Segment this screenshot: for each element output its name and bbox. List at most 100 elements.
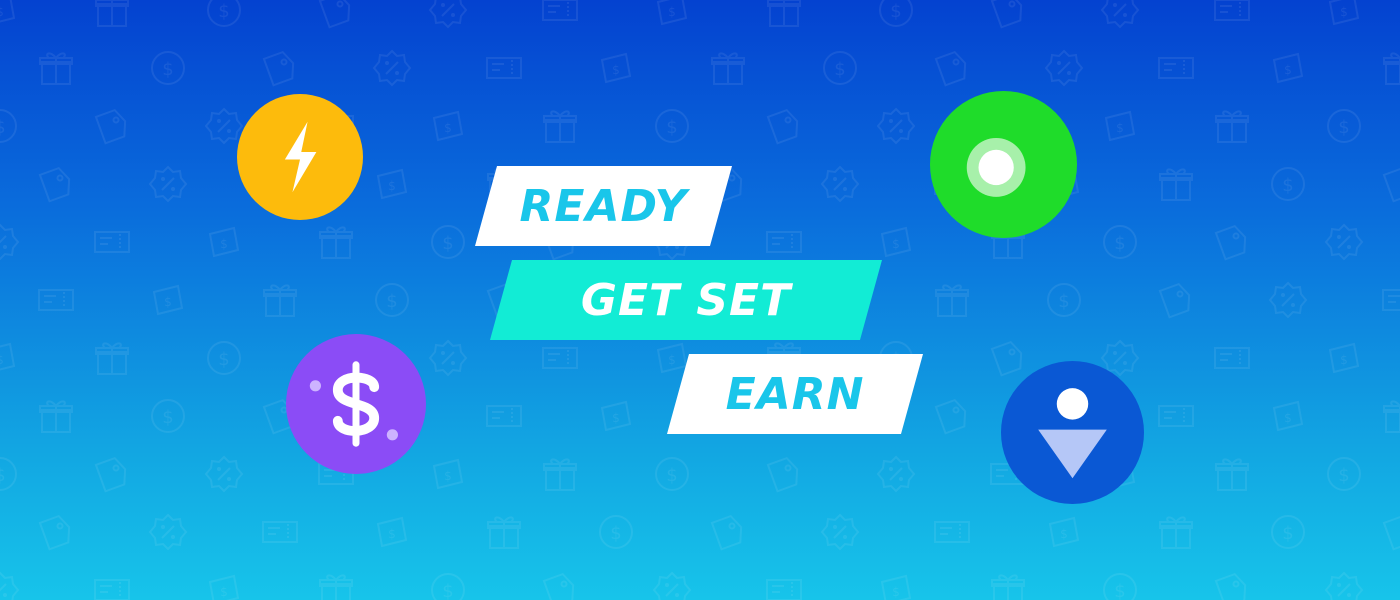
ticket-icon — [1158, 57, 1194, 79]
coupon-icon — [1329, 0, 1359, 25]
dollar-circle — [286, 334, 426, 474]
gift-icon — [39, 400, 73, 433]
badge-percent-icon — [373, 50, 411, 86]
price-tag-icon — [1158, 281, 1195, 319]
badge-percent-icon — [0, 572, 19, 600]
price-tag-icon — [318, 0, 355, 29]
price-tag-icon — [1382, 165, 1400, 203]
gift-icon — [95, 0, 129, 27]
price-tag-icon — [990, 0, 1027, 29]
gift-icon — [1215, 110, 1249, 143]
bolt-circle — [237, 94, 363, 220]
price-tag-icon — [262, 49, 299, 87]
badge-percent-icon — [877, 108, 915, 144]
price-tag-icon — [94, 455, 131, 493]
coin-icon — [1103, 225, 1137, 259]
gift-icon — [319, 226, 353, 259]
badge-percent-icon — [1045, 50, 1083, 86]
coupon-icon — [1049, 517, 1079, 547]
ticket-icon — [1382, 289, 1400, 311]
promo-banner: $ $ — [0, 0, 1400, 600]
gift-icon — [991, 574, 1025, 600]
coupon-icon — [657, 0, 687, 25]
lightning-bolt-icon — [284, 121, 317, 193]
ticket-icon — [262, 521, 298, 543]
price-tag-icon — [38, 513, 75, 551]
ticket-icon — [38, 289, 74, 311]
gift-icon — [1159, 516, 1193, 549]
get-set-label: GET SET — [580, 274, 792, 326]
coupon-icon — [881, 227, 911, 257]
earn-tag: EARN — [667, 354, 923, 434]
price-tag-icon — [94, 107, 131, 145]
gift-icon — [1159, 168, 1193, 201]
person-icon — [1038, 388, 1107, 479]
ticket-icon — [934, 521, 970, 543]
coupon-icon — [1273, 401, 1303, 431]
badge-percent-icon — [149, 514, 187, 550]
coin-icon — [1271, 515, 1305, 549]
coin-icon — [655, 109, 689, 143]
coupon-icon — [601, 401, 631, 431]
coin-icon — [1271, 167, 1305, 201]
price-tag-icon — [710, 513, 747, 551]
coin-icon — [1103, 573, 1137, 600]
badge-percent-icon — [1325, 572, 1363, 600]
ticket-icon — [1214, 0, 1250, 21]
coupon-icon — [601, 53, 631, 83]
get-set-tag: GET SET — [490, 260, 882, 340]
badge-percent-icon — [149, 166, 187, 202]
gift-icon — [263, 284, 297, 317]
coupon-icon — [209, 575, 239, 600]
badge-percent-icon — [429, 340, 467, 376]
coupon-icon — [377, 169, 407, 199]
coupon-icon — [377, 517, 407, 547]
gift-icon — [543, 110, 577, 143]
ready-tag: READY — [475, 166, 732, 246]
coupon-icon — [153, 285, 183, 315]
coin-icon — [375, 283, 409, 317]
coupon-icon — [1105, 111, 1135, 141]
gift-icon — [767, 0, 801, 27]
ticket-icon — [1158, 405, 1194, 427]
coin-icon — [207, 0, 241, 27]
coupon-icon — [209, 227, 239, 257]
ticket-icon — [94, 231, 130, 253]
dollar-sign-icon — [309, 361, 398, 447]
coin-icon — [1047, 283, 1081, 317]
gift-icon — [39, 52, 73, 85]
badge-percent-icon — [205, 456, 243, 492]
badge-percent-icon — [821, 166, 859, 202]
coin-icon — [1327, 109, 1361, 143]
badge-percent-icon — [821, 514, 859, 550]
ticket-icon — [94, 579, 130, 600]
coin-icon — [655, 457, 689, 491]
coin-icon — [0, 457, 17, 491]
price-tag-icon — [934, 397, 971, 435]
gift-icon — [487, 516, 521, 549]
coin-icon — [599, 515, 633, 549]
price-tag-icon — [766, 107, 803, 145]
gift-icon — [543, 458, 577, 491]
badge-percent-icon — [1269, 282, 1307, 318]
price-tag-icon — [934, 49, 971, 87]
ticket-icon — [542, 0, 578, 21]
ticket-icon — [766, 579, 802, 600]
coin-icon — [0, 109, 17, 143]
badge-percent-icon — [429, 0, 467, 28]
person-circle — [1001, 361, 1144, 504]
gift-icon — [1383, 400, 1400, 433]
ticket-icon — [1214, 347, 1250, 369]
price-tag-icon — [38, 165, 75, 203]
ticket-icon — [766, 231, 802, 253]
coin-icon — [431, 225, 465, 259]
badge-percent-icon — [877, 456, 915, 492]
price-tag-icon — [542, 571, 579, 600]
ticket-icon — [542, 347, 578, 369]
coupon-icon — [433, 459, 463, 489]
coupon-icon — [881, 575, 911, 600]
badge-percent-icon — [653, 572, 691, 600]
ticket-icon — [486, 405, 522, 427]
record-icon — [966, 138, 1026, 197]
ready-label: READY — [519, 180, 688, 232]
